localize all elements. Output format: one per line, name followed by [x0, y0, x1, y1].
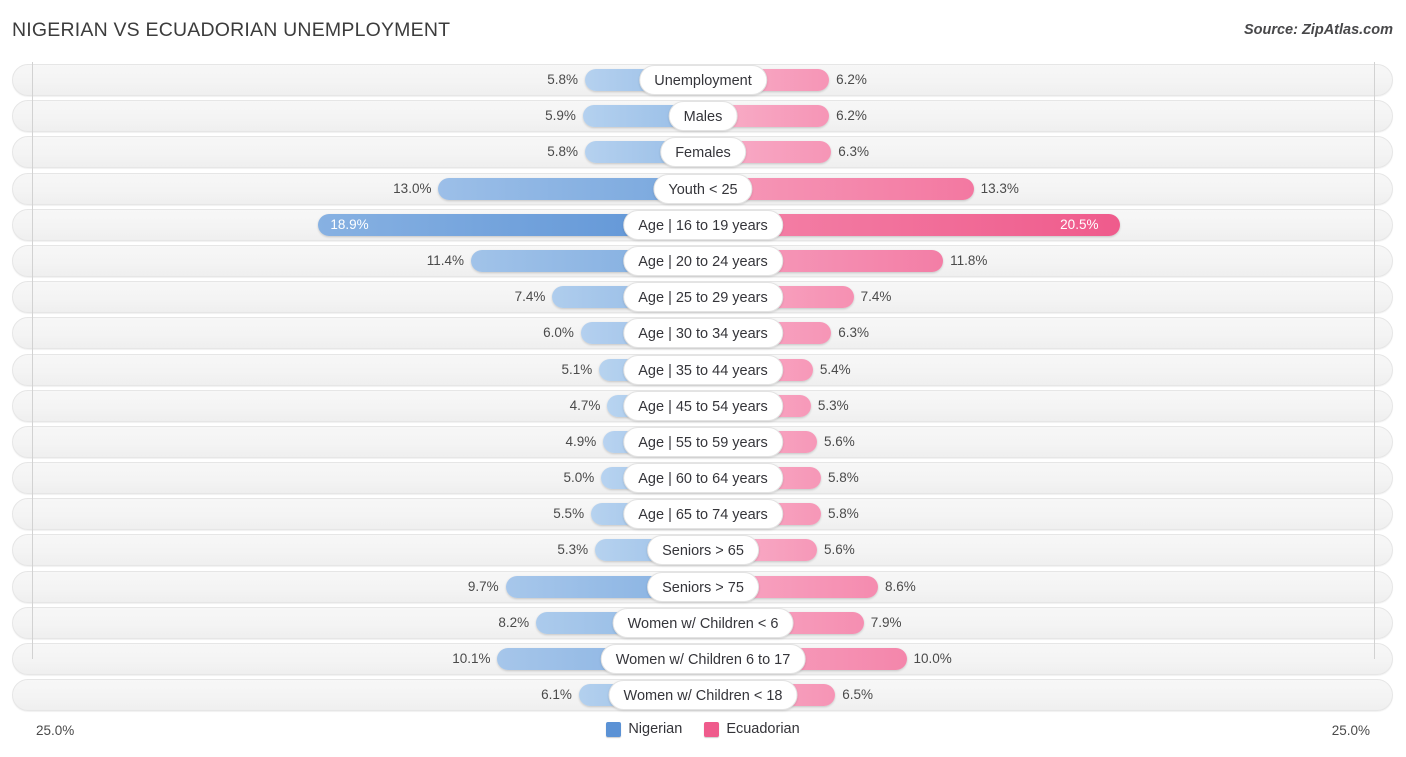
- chart-rows: 5.8% 6.2% Unemployment 5.9% 6.2% Males 5.8% 6.3…: [0, 62, 1406, 713]
- value-label-nigerian: 5.8%: [547, 72, 578, 87]
- category-label[interactable]: Women w/ Children < 6: [612, 607, 794, 638]
- value-label-ecuadorian: 6.2%: [836, 72, 867, 87]
- value-label-nigerian: 5.8%: [547, 144, 578, 160]
- chart-row: 10.1% 10.0% Women w/ Children 6 to 17: [0, 641, 1406, 677]
- category-label[interactable]: Age | 25 to 29 years: [623, 282, 783, 313]
- chart-row: 5.1% 5.4% Age | 35 to 44 years: [0, 352, 1406, 388]
- category-label[interactable]: Women w/ Children 6 to 17: [600, 644, 806, 674]
- value-label-ecuadorian: 6.3%: [838, 325, 869, 341]
- value-label-ecuadorian: 7.4%: [860, 289, 892, 305]
- value-label-nigerian: 6.1%: [541, 687, 572, 703]
- value-label-ecuadorian: 6.2%: [836, 108, 867, 124]
- value-label-nigerian: 5.9%: [545, 108, 576, 124]
- source-attribution: Source: ZipAtlas.com: [1243, 22, 1393, 38]
- chart-page: NIGERIAN VS ECUADORIAN UNEMPLOYMENT Sour…: [0, 0, 1406, 757]
- value-label-nigerian: 13.0%: [393, 180, 432, 196]
- legend-item[interactable]: Ecuadorian: [704, 721, 800, 737]
- legend-swatch-icon: [606, 721, 622, 737]
- category-label[interactable]: Age | 45 to 54 years: [623, 390, 783, 421]
- category-label[interactable]: Unemployment: [639, 65, 767, 95]
- legend-label: Nigerian: [628, 721, 683, 737]
- value-label-ecuadorian: 5.4%: [819, 361, 851, 377]
- value-label-nigerian: 9.7%: [467, 578, 499, 594]
- value-label-nigerian: 4.9%: [565, 433, 597, 449]
- chart-row: 18.9% 20.5% Age | 16 to 19 years: [0, 207, 1406, 243]
- category-label[interactable]: Age | 30 to 34 years: [623, 318, 783, 349]
- category-label[interactable]: Age | 65 to 74 years: [623, 499, 783, 530]
- chart-row: 5.9% 6.2% Males: [0, 98, 1406, 134]
- chart-footer: 25.0% 25.0% Nigerian Ecuadorian: [0, 717, 1406, 757]
- value-label-nigerian: 10.1%: [452, 651, 491, 666]
- chart-row: 4.9% 5.6% Age | 55 to 59 years: [0, 424, 1406, 460]
- category-label[interactable]: Seniors > 75: [647, 571, 759, 602]
- category-label[interactable]: Age | 60 to 64 years: [623, 463, 783, 494]
- chart-row: 13.0% 13.3% Youth < 25: [0, 171, 1406, 207]
- value-label-ecuadorian: 10.0%: [913, 651, 952, 666]
- chart-row: 11.4% 11.8% Age | 20 to 24 years: [0, 243, 1406, 279]
- value-label-ecuadorian: 5.6%: [823, 433, 855, 449]
- category-label[interactable]: Age | 35 to 44 years: [623, 354, 783, 385]
- chart-row: 5.8% 6.2% Unemployment: [0, 62, 1406, 98]
- chart-row: 9.7% 8.6% Seniors > 75: [0, 569, 1406, 605]
- axis-line-right: [1374, 62, 1375, 659]
- value-label-ecuadorian: 8.6%: [885, 578, 916, 594]
- legend: Nigerian Ecuadorian: [0, 721, 1406, 737]
- chart-row: 5.3% 5.6% Seniors > 65: [0, 532, 1406, 568]
- axis-line-left: [32, 62, 33, 659]
- category-label[interactable]: Males: [668, 101, 738, 132]
- value-label-nigerian: 18.9%: [330, 216, 369, 232]
- legend-item[interactable]: Nigerian: [606, 721, 682, 737]
- value-label-nigerian: 5.0%: [563, 470, 595, 486]
- category-label[interactable]: Seniors > 65: [647, 535, 759, 566]
- legend-label: Ecuadorian: [726, 721, 800, 737]
- chart-row: 6.0% 6.3% Age | 30 to 34 years: [0, 315, 1406, 351]
- chart-row: 5.0% 5.8% Age | 60 to 64 years: [0, 460, 1406, 496]
- category-label[interactable]: Age | 20 to 24 years: [623, 245, 783, 276]
- value-label-ecuadorian: 7.9%: [870, 614, 902, 630]
- category-label[interactable]: Women w/ Children < 18: [608, 680, 798, 711]
- chart-row: 5.8% 6.3% Females: [0, 134, 1406, 170]
- page-title: NIGERIAN VS ECUADORIAN UNEMPLOYMENT: [12, 19, 451, 41]
- value-label-nigerian: 8.2%: [498, 614, 530, 630]
- value-label-nigerian: 5.3%: [557, 542, 589, 558]
- value-label-ecuadorian: 5.3%: [817, 397, 849, 413]
- value-label-ecuadorian: 13.3%: [980, 180, 1019, 196]
- chart-row: 7.4% 7.4% Age | 25 to 29 years: [0, 279, 1406, 315]
- chart-plot-area: 5.8% 6.2% Unemployment 5.9% 6.2% Males 5.8% 6.3…: [0, 62, 1406, 717]
- value-label-nigerian: 5.1%: [561, 361, 593, 377]
- chart-row: 6.1% 6.5% Women w/ Children < 18: [0, 677, 1406, 713]
- value-label-ecuadorian: 5.8%: [828, 506, 859, 522]
- category-label[interactable]: Females: [660, 137, 746, 168]
- value-label-nigerian: 4.7%: [569, 397, 601, 413]
- category-label[interactable]: Age | 55 to 59 years: [623, 426, 783, 457]
- chart-row: 8.2% 7.9% Women w/ Children < 6: [0, 605, 1406, 641]
- value-label-ecuadorian: 6.5%: [842, 687, 874, 703]
- value-label-nigerian: 11.4%: [426, 252, 465, 268]
- category-label[interactable]: Youth < 25: [653, 173, 753, 204]
- value-label-nigerian: 7.4%: [514, 289, 546, 305]
- value-label-ecuadorian: 20.5%: [1060, 216, 1099, 232]
- value-label-ecuadorian: 6.3%: [838, 144, 869, 160]
- chart-row: 5.5% 5.8% Age | 65 to 74 years: [0, 496, 1406, 532]
- value-label-ecuadorian: 5.8%: [828, 470, 859, 486]
- value-label-ecuadorian: 5.6%: [823, 542, 855, 558]
- chart-row: 4.7% 5.3% Age | 45 to 54 years: [0, 388, 1406, 424]
- legend-swatch-icon: [704, 721, 720, 737]
- value-label-ecuadorian: 11.8%: [950, 252, 988, 268]
- category-label[interactable]: Age | 16 to 19 years: [623, 209, 783, 240]
- value-label-nigerian: 5.5%: [553, 506, 585, 522]
- value-label-nigerian: 6.0%: [543, 325, 574, 341]
